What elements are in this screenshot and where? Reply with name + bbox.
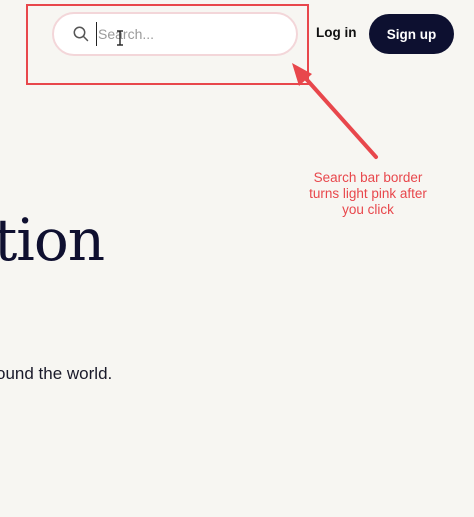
annotation-highlight-box — [26, 4, 309, 85]
hero-subtitle: ound the world. — [0, 364, 113, 383]
page: Log in Sign up tion ound the world. Sear… — [0, 0, 474, 517]
signup-button[interactable]: Sign up — [369, 14, 454, 54]
hero-title: tion — [0, 206, 105, 274]
login-link[interactable]: Log in — [316, 25, 357, 40]
annotation-note: Search bar border turns light pink after… — [309, 170, 427, 217]
